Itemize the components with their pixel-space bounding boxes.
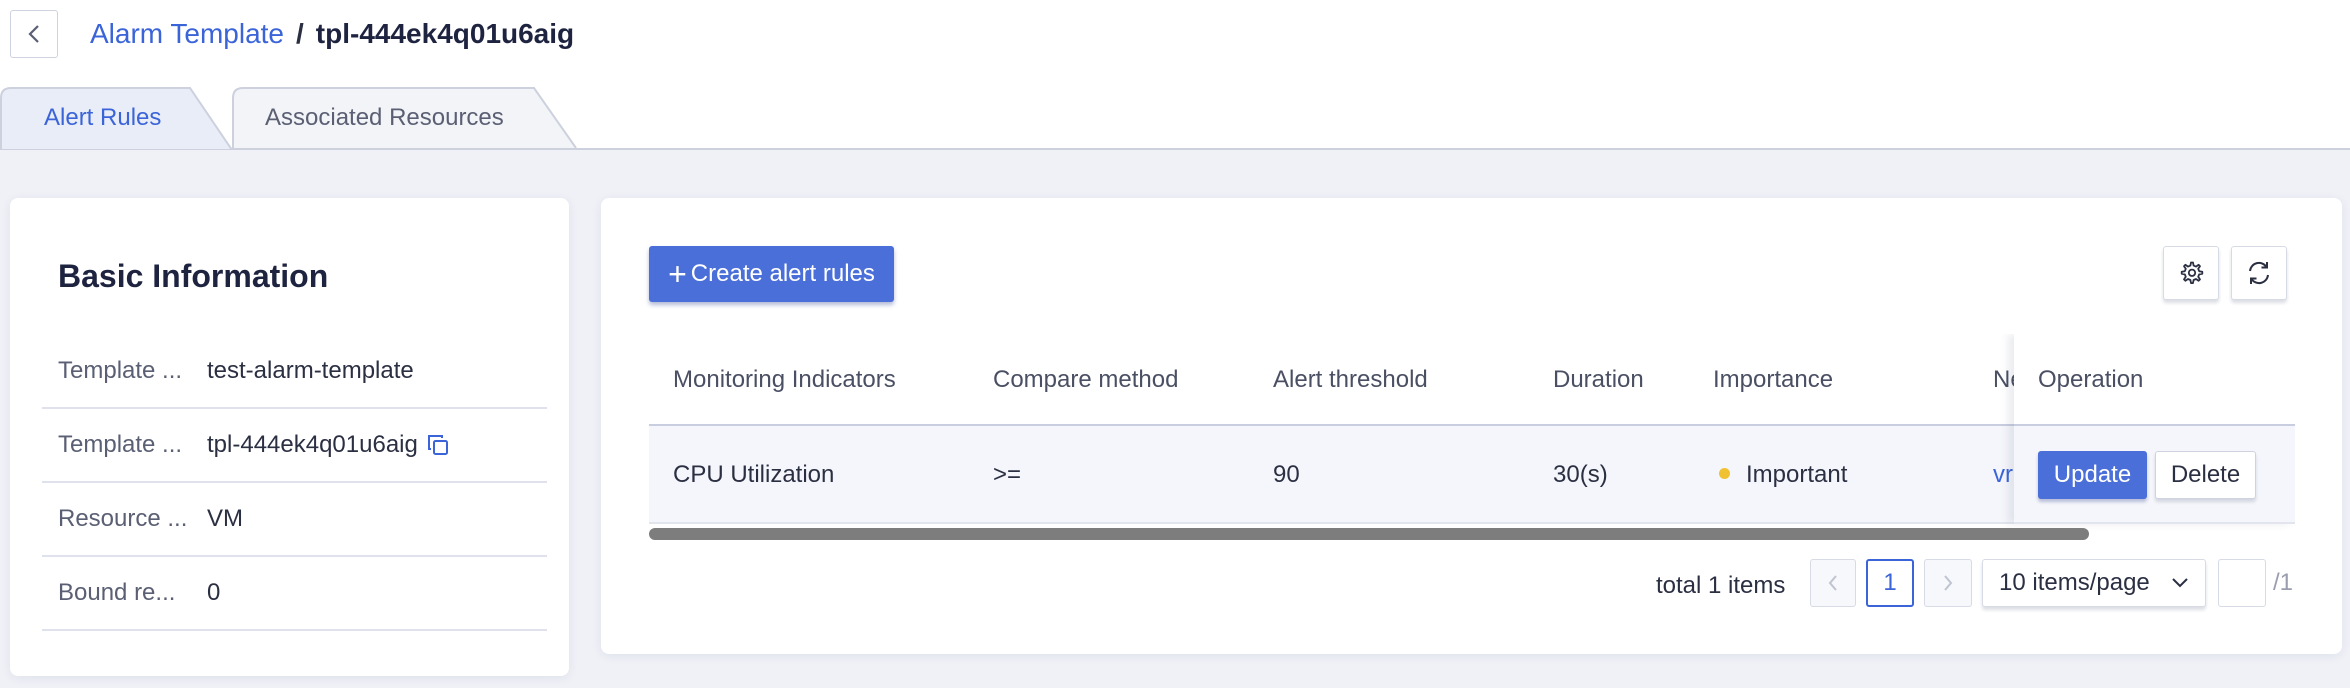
refresh-icon [2249, 261, 2269, 285]
delete-button[interactable]: Delete [2155, 451, 2256, 499]
copy-icon[interactable] [426, 433, 450, 457]
info-label: Template ... [58, 431, 183, 458]
create-alert-rules-label: Create alert rules [690, 260, 875, 287]
column-header-operation: Operation [2038, 366, 2144, 393]
info-value: tpl-444ek4q01u6aig [207, 431, 418, 458]
info-label: Resource ... [58, 505, 188, 532]
cell-importance: Important [1719, 426, 1847, 524]
page-title: tpl-444ek4q01u6aig [315, 18, 575, 49]
plus-icon: + [668, 256, 687, 292]
tab-associated-resources[interactable]: Associated Resources [230, 86, 582, 150]
cell-duration: 30(s) [1553, 461, 1608, 488]
chevron-left-icon [1828, 575, 1837, 591]
info-row-template-name: Template ... test-alarm-template [42, 335, 547, 409]
column-header-monitoring-indicators: Monitoring Indicators [673, 366, 896, 393]
back-button[interactable] [10, 10, 58, 58]
basic-information-title: Basic Information [58, 258, 329, 294]
info-value: 0 [207, 579, 221, 606]
create-alert-rules-button[interactable]: + Create alert rules [649, 246, 894, 302]
column-header-alert-threshold: Alert threshold [1273, 366, 1428, 393]
breadcrumb: Alarm Template / tpl-444ek4q01u6aig [90, 14, 574, 54]
importance-dot [1719, 468, 1730, 480]
operation-cell: Update Delete [2014, 426, 2295, 524]
cell-indicator: CPU Utilization [673, 461, 835, 488]
settings-button[interactable] [2163, 246, 2219, 300]
gear-icon [2180, 261, 2204, 284]
info-row-bound-resources: Bound re... 0 [42, 557, 547, 631]
importance-label: Important [1746, 461, 1848, 488]
tab-alert-rules[interactable]: Alert Rules [0, 86, 236, 150]
total-items-text: total 1 items [1656, 572, 1786, 599]
column-header-compare-method: Compare method [993, 366, 1179, 393]
chevron-right-icon [1944, 575, 1953, 591]
page-jump-input[interactable] [2218, 559, 2266, 607]
operation-column: Operation Update Delete [2014, 334, 2295, 524]
next-page-button[interactable] [1924, 559, 1972, 607]
column-header-duration: Duration [1553, 366, 1644, 393]
info-value-wrap: tpl-444ek4q01u6aig [207, 431, 450, 459]
info-row-resource-type: Resource ... VM [42, 483, 547, 557]
page-size-value: 10 items/page [1999, 569, 2150, 596]
alert-rules-card: + Create alert rules Monitoring Indicato… [601, 198, 2342, 654]
info-row-template-id: Template ... tpl-444ek4q01u6aig [42, 409, 547, 483]
chevron-down-icon [2172, 578, 2188, 588]
horizontal-scrollbar[interactable] [649, 528, 2089, 540]
info-value: VM [207, 505, 243, 532]
refresh-button[interactable] [2231, 246, 2287, 300]
tab-alert-rules-label: Alert Rules [44, 104, 162, 131]
cell-notification-link[interactable]: vr [1993, 426, 2013, 524]
info-label: Template ... [58, 357, 183, 384]
info-label: Bound re... [58, 579, 176, 606]
tab-bar: Alert Rules Associated Resources [0, 86, 2350, 150]
basic-information-card: Basic Information Template ... test-alar… [10, 198, 569, 676]
column-header-importance: Importance [1713, 366, 1834, 393]
header-area: Alarm Template / tpl-444ek4q01u6aig Aler… [0, 0, 2350, 150]
alert-rules-table: Monitoring Indicators Compare method Ale… [649, 334, 2295, 534]
page-size-select[interactable]: 10 items/page [1982, 559, 2206, 607]
breadcrumb-separator: / [296, 18, 304, 49]
tab-associated-resources-label: Associated Resources [265, 104, 504, 131]
prev-page-button[interactable] [1810, 559, 1856, 607]
page-number-button[interactable]: 1 [1866, 559, 1914, 607]
cell-compare: >= [993, 461, 1022, 488]
column-header-operation-cell: Operation [2014, 334, 2295, 426]
breadcrumb-alarm-template-link[interactable]: Alarm Template [90, 18, 284, 50]
cell-threshold: 90 [1273, 461, 1300, 488]
total-pages-text: /1 [2273, 569, 2294, 596]
info-value: test-alarm-template [207, 357, 414, 384]
chevron-left-icon [28, 25, 39, 43]
update-button[interactable]: Update [2038, 451, 2147, 499]
